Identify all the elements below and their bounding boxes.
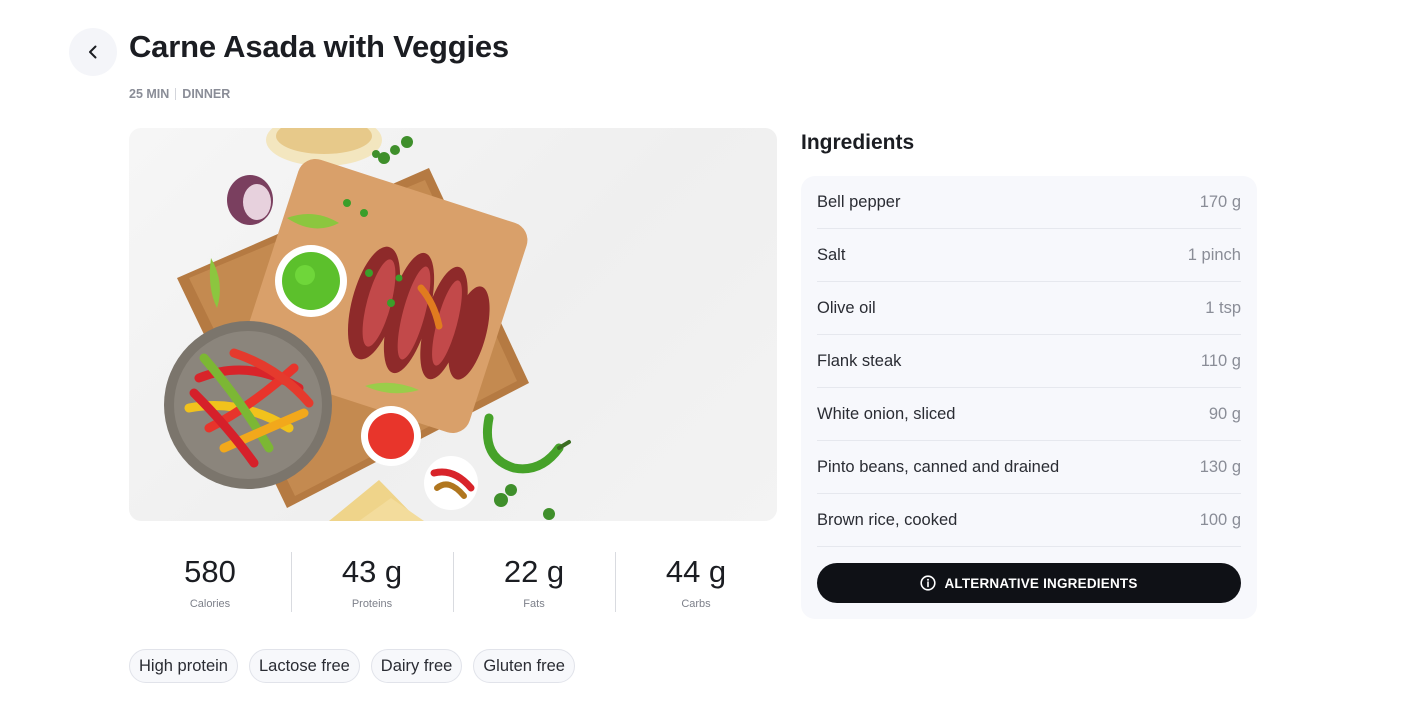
tag-gluten-free[interactable]: Gluten free [473,649,575,683]
recipe-image [129,128,777,521]
nutrition-value: 43 g [341,554,403,589]
ingredient-quantity: 170 g [1199,192,1241,211]
ingredient-name: Olive oil [817,298,876,317]
recipe-time: 25 MIN [129,87,170,101]
ingredient-quantity: 1 pinch [1187,245,1241,264]
tag-high-protein[interactable]: High protein [129,649,238,683]
recipe-meta: 25 MIN DINNER [129,87,230,101]
nutrition-proteins: 43 g Proteins [291,552,453,612]
ingredient-row: Flank steak 110 g [817,335,1241,388]
ingredient-row: White onion, sliced 90 g [817,388,1241,441]
nutrition-value: 580 [184,554,236,589]
nutrition-label: Calories [189,598,231,610]
nutrition-label: Fats [523,598,545,610]
nutrition-summary: 580 Calories 43 g Proteins 22 g Fats 44 … [129,552,777,612]
tag-dairy-free[interactable]: Dairy free [370,649,463,683]
ingredients-card: Bell pepper 170 g Salt 1 pinch Olive oil… [801,176,1257,619]
ingredient-quantity: 100 g [1199,510,1241,529]
nutrition-calories: 580 Calories [129,552,291,612]
page-title: Carne Asada with Veggies [129,29,509,64]
ingredient-row: Olive oil 1 tsp [817,282,1241,335]
ingredients-title: Ingredients [801,131,915,154]
ingredient-row: Pinto beans, canned and drained 130 g [817,441,1241,494]
ingredient-name: Brown rice, cooked [817,510,958,529]
nutrition-carbs: 44 g Carbs [615,552,777,612]
back-button[interactable] [69,28,117,76]
chevron-left-icon [89,45,97,59]
ingredient-name: White onion, sliced [817,404,956,423]
recipe-category: DINNER [182,87,231,101]
ingredient-quantity: 130 g [1199,457,1241,476]
info-circle-icon [920,575,937,591]
ingredient-row: Brown rice, cooked 100 g [817,494,1241,547]
ingredient-quantity: 1 tsp [1205,298,1241,317]
nutrition-value: 44 g [665,554,727,589]
ingredient-quantity: 90 g [1208,404,1241,423]
ingredient-row: Bell pepper 170 g [817,176,1241,229]
nutrition-fats: 22 g Fats [453,552,615,612]
tag-lactose-free[interactable]: Lactose free [248,649,360,683]
recipe-page: Carne Asada with Veggies 25 MIN DINNER 5… [0,0,1428,708]
ingredient-name: Pinto beans, canned and drained [817,457,1060,476]
meta-divider [175,88,177,100]
diet-tags: High protein Lactose free Dairy free Glu… [129,649,575,683]
nutrition-label: Proteins [351,598,393,610]
ingredient-row: Salt 1 pinch [817,229,1241,282]
nutrition-value: 22 g [503,554,565,589]
alternative-ingredients-label: ALTERNATIVE INGREDIENTS [944,575,1138,591]
nutrition-label: Carbs [681,598,711,610]
ingredient-name: Salt [817,245,846,264]
ingredient-name: Bell pepper [817,192,901,211]
ingredient-name: Flank steak [817,351,902,370]
alternative-ingredients-button[interactable]: ALTERNATIVE INGREDIENTS [817,563,1241,603]
ingredient-quantity: 110 g [1200,351,1241,370]
